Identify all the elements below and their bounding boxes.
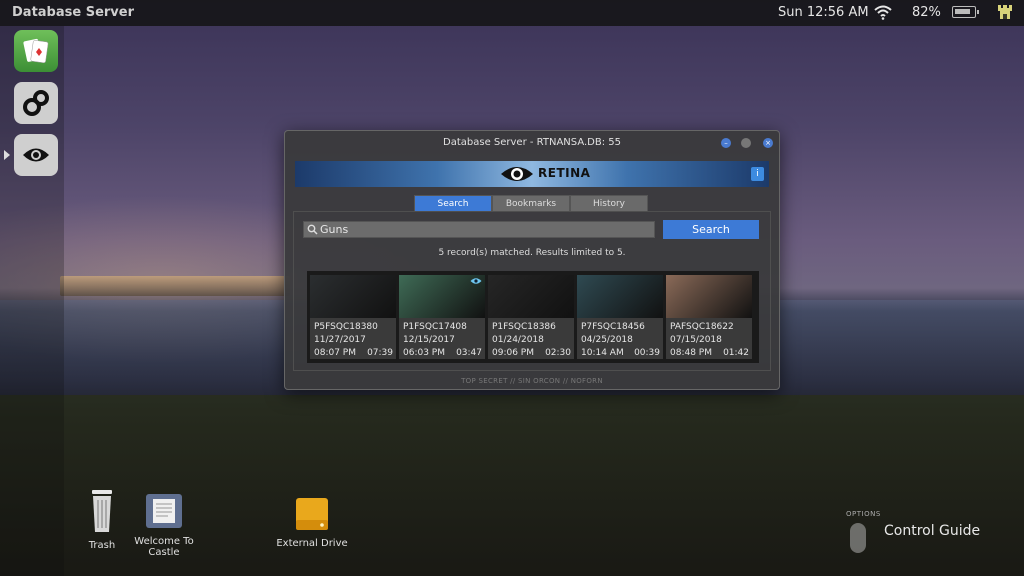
battery-icon[interactable] — [952, 6, 979, 18]
result-count: 5 record(s) matched. Results limited to … — [438, 248, 626, 258]
desktop-icon-label: External Drive — [276, 538, 348, 549]
record-time: 09:06 PM — [492, 348, 534, 358]
minimize-button[interactable]: – — [721, 138, 731, 148]
record-date: 07/15/2018 — [670, 335, 722, 345]
active-app-indicator — [4, 150, 10, 160]
video-thumbnail — [488, 275, 574, 318]
control-guide-toggle[interactable] — [850, 523, 866, 553]
castle-menu-icon[interactable] — [996, 3, 1014, 21]
drive-icon — [296, 498, 328, 530]
gears-icon[interactable] — [14, 82, 58, 124]
tab-history[interactable]: History — [570, 195, 648, 212]
window-title: Database Server - RTNANSA.DB: 55 — [443, 137, 621, 148]
search-button[interactable]: Search — [663, 220, 759, 239]
tab-search[interactable]: Search — [414, 195, 492, 212]
record-date: 04/25/2018 — [581, 335, 633, 345]
solitaire-cards-icon[interactable] — [14, 30, 58, 72]
viewed-eye-icon — [470, 278, 482, 284]
close-button[interactable]: × — [763, 138, 773, 148]
retina-banner: RETINA i — [295, 161, 769, 187]
record-id: PAFSQC18622 — [670, 322, 734, 332]
active-app-title: Database Server — [12, 5, 135, 20]
desktop-icon-welcome[interactable]: Welcome To Castle — [130, 492, 198, 558]
record-id: P7FSQC18456 — [581, 322, 645, 332]
video-thumbnail — [577, 275, 663, 318]
result-card[interactable]: P7FSQC18456 04/25/2018 10:14 AM 00:39 — [577, 275, 663, 359]
search-icon — [307, 224, 318, 235]
database-server-window: Database Server - RTNANSA.DB: 55 – × RET… — [284, 130, 780, 390]
classification-footer: TOP SECRET // SIN ORCON // NOFORN — [461, 377, 603, 385]
result-card[interactable]: P1FSQC17408 12/15/2017 06:03 PM 03:47 — [399, 275, 485, 359]
video-thumbnail — [310, 275, 396, 318]
clock[interactable]: Sun 12:56 AM — [778, 5, 869, 20]
search-input[interactable]: Guns — [303, 221, 655, 238]
desktop-icon-label: Trash — [88, 540, 116, 551]
result-card[interactable]: PAFSQC18622 07/15/2018 08:48 PM 01:42 — [666, 275, 752, 359]
record-id: P1FSQC17408 — [403, 322, 467, 332]
top-bar: Database Server Sun 12:56 AM 82% — [0, 0, 1024, 26]
maximize-button[interactable] — [741, 138, 751, 148]
window-titlebar[interactable]: Database Server - RTNANSA.DB: 55 – × — [285, 131, 779, 155]
result-card[interactable]: P5FSQC18380 11/27/2017 08:07 PM 07:39 — [310, 275, 396, 359]
record-date: 12/15/2017 — [403, 335, 455, 345]
dock — [0, 26, 64, 576]
info-button[interactable]: i — [751, 167, 764, 181]
desktop-icon-external-drive[interactable]: External Drive — [276, 496, 348, 549]
record-time: 08:48 PM — [670, 348, 712, 358]
retina-logo-icon — [501, 167, 533, 181]
record-date: 11/27/2017 — [314, 335, 366, 345]
record-date: 01/24/2018 — [492, 335, 544, 345]
record-id: P1FSQC18386 — [492, 322, 556, 332]
control-guide-label[interactable]: Control Guide — [884, 523, 980, 539]
options-label: OPTIONS — [846, 510, 881, 518]
document-icon — [146, 494, 182, 528]
wifi-icon[interactable] — [874, 4, 892, 20]
record-duration: 00:39 — [634, 348, 660, 358]
record-time: 06:03 PM — [403, 348, 445, 358]
results-list: P5FSQC18380 11/27/2017 08:07 PM 07:39 P1… — [307, 271, 759, 363]
video-thumbnail — [666, 275, 752, 318]
desktop-icon-label: Welcome To Castle — [134, 536, 194, 558]
record-duration: 07:39 — [367, 348, 393, 358]
record-id: P5FSQC18380 — [314, 322, 378, 332]
record-duration: 02:30 — [545, 348, 571, 358]
tab-bookmarks[interactable]: Bookmarks — [492, 195, 570, 212]
eye-icon[interactable] — [14, 134, 58, 176]
record-time: 08:07 PM — [314, 348, 356, 358]
record-time: 10:14 AM — [581, 348, 624, 358]
wallpaper-bridge — [60, 276, 290, 296]
result-card[interactable]: P1FSQC18386 01/24/2018 09:06 PM 02:30 — [488, 275, 574, 359]
retina-logo-text: RETINA — [538, 166, 591, 180]
record-duration: 01:42 — [723, 348, 749, 358]
battery-fill — [955, 9, 970, 14]
tab-bar: Search Bookmarks History — [414, 195, 650, 212]
trash-icon — [92, 490, 112, 532]
record-duration: 03:47 — [456, 348, 482, 358]
desktop-icon-trash[interactable]: Trash — [84, 488, 120, 551]
battery-percent: 82% — [912, 5, 941, 20]
